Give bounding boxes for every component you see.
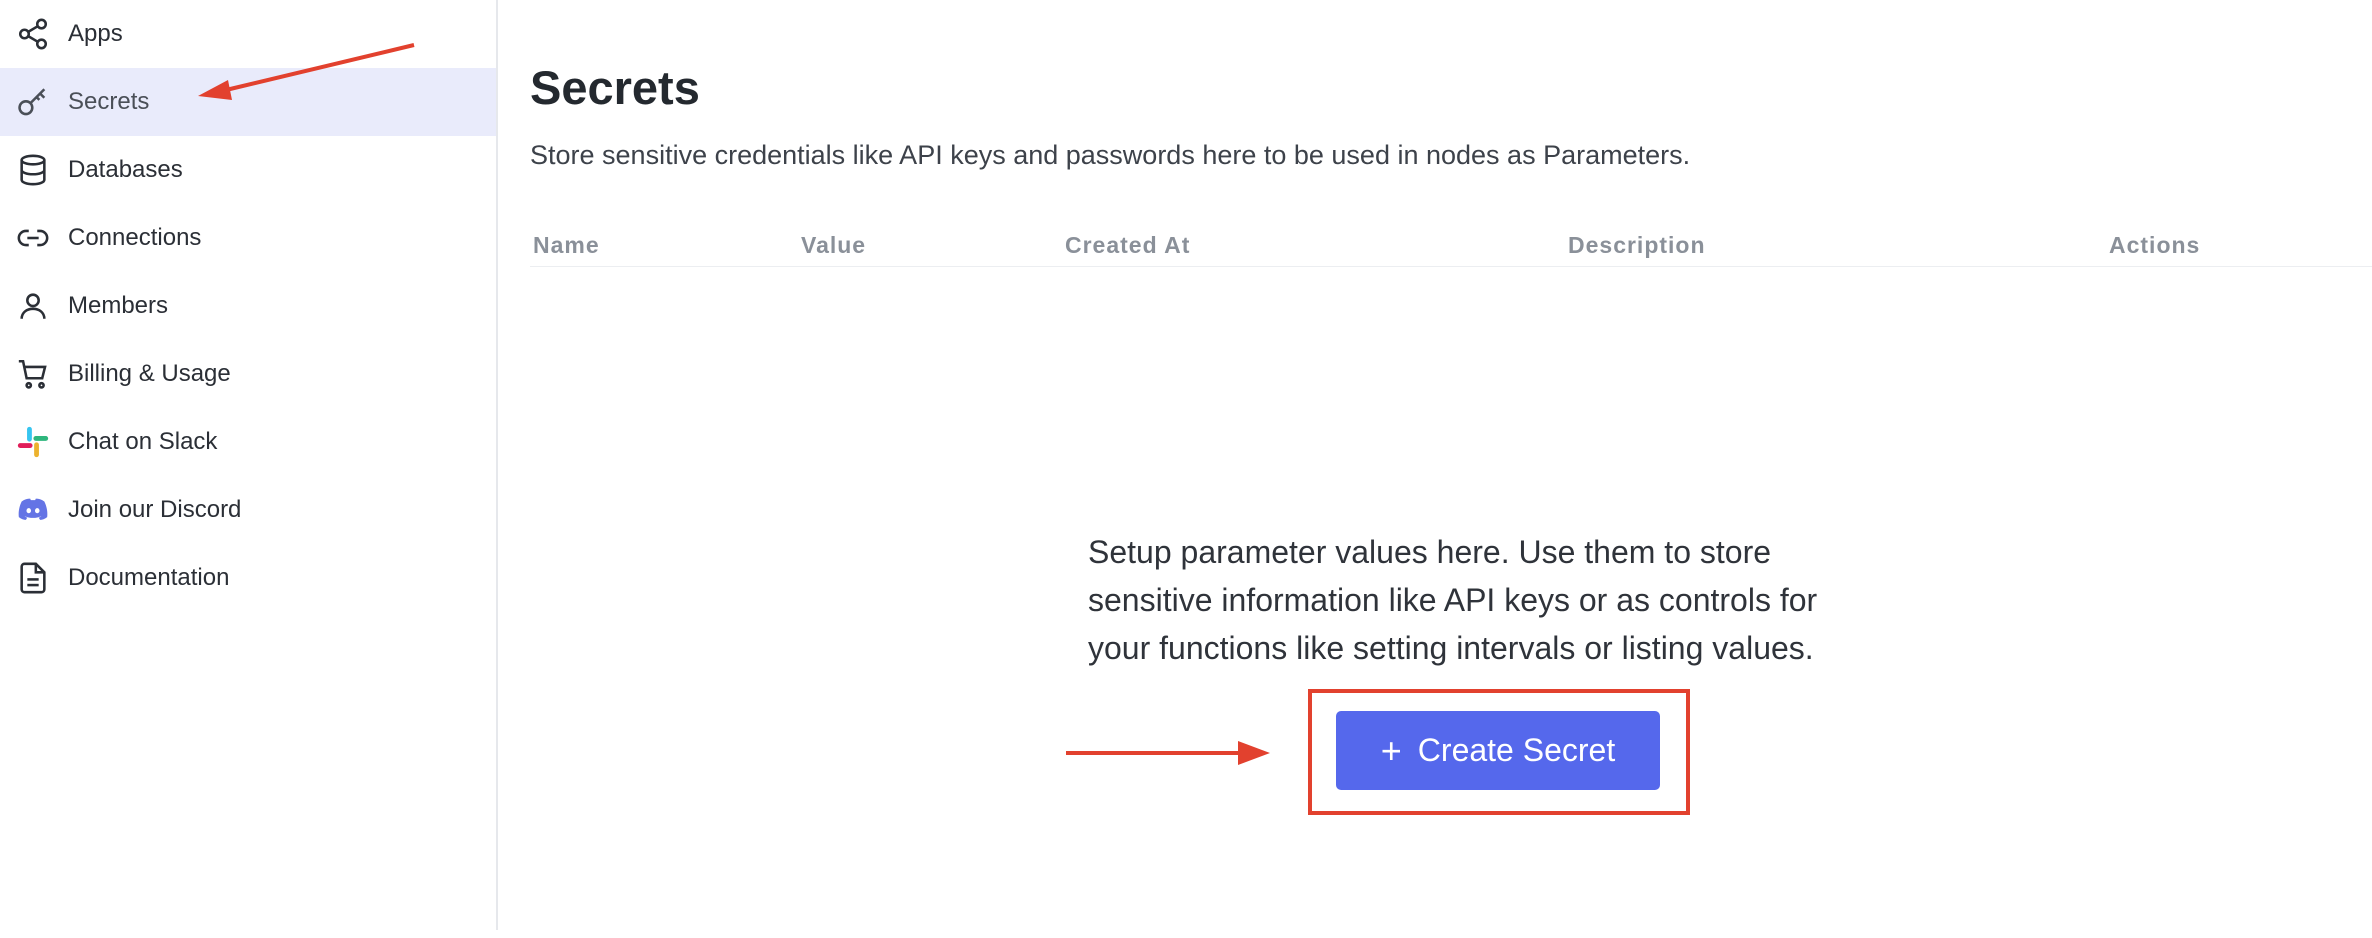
sidebar-item-label: Connections [68, 224, 202, 251]
sidebar-item-label: Apps [68, 20, 123, 47]
user-icon [16, 289, 50, 323]
discord-icon [16, 493, 50, 527]
sidebar-item-slack[interactable]: Chat on Slack [0, 408, 496, 476]
sidebar-item-label: Billing & Usage [68, 360, 231, 387]
column-header-value: Value [801, 232, 867, 258]
sidebar-item-discord[interactable]: Join our Discord [0, 476, 496, 544]
slack-icon [16, 425, 50, 459]
page-title: Secrets [530, 61, 700, 114]
sidebar-item-databases[interactable]: Databases [0, 136, 496, 204]
empty-state-text: Setup parameter values here. Use them to… [1088, 534, 1818, 666]
cart-icon [16, 357, 50, 391]
column-header-actions: Actions [2109, 232, 2201, 258]
page-subtitle: Store sensitive credentials like API key… [530, 140, 1691, 170]
column-header-name: Name [533, 232, 600, 258]
create-secret-label: Create Secret [1417, 732, 1616, 768]
sidebar-item-label: Secrets [68, 88, 150, 115]
column-header-created-at: Created At [1065, 232, 1191, 258]
sidebar-item-apps[interactable]: Apps [0, 0, 496, 68]
sidebar-item-secrets[interactable]: Secrets [0, 68, 496, 136]
column-header-description: Description [1568, 232, 1706, 258]
sidebar-item-label: Chat on Slack [68, 428, 218, 455]
sidebar-item-label: Members [68, 292, 169, 319]
sidebar-item-label: Documentation [68, 564, 230, 591]
sidebar-item-connections[interactable]: Connections [0, 204, 496, 272]
sidebar-item-label: Join our Discord [68, 496, 242, 523]
database-icon [16, 153, 50, 187]
sidebar-item-label: Databases [68, 156, 183, 183]
sidebar-item-members[interactable]: Members [0, 272, 496, 340]
create-secret-button[interactable]: + Create Secret [1336, 711, 1660, 790]
sidebar-item-billing[interactable]: Billing & Usage [0, 340, 496, 408]
plus-icon: + [1380, 729, 1402, 771]
sidebar-item-documentation[interactable]: Documentation [0, 544, 496, 612]
key-icon [16, 85, 50, 119]
share-nodes-icon [16, 17, 50, 51]
sidebar: Apps Secrets Databases Connections Membe… [0, 0, 498, 930]
secrets-table-header: Name Value Created At Description Action… [530, 228, 2372, 267]
link-icon [16, 221, 50, 255]
document-icon [16, 561, 50, 595]
